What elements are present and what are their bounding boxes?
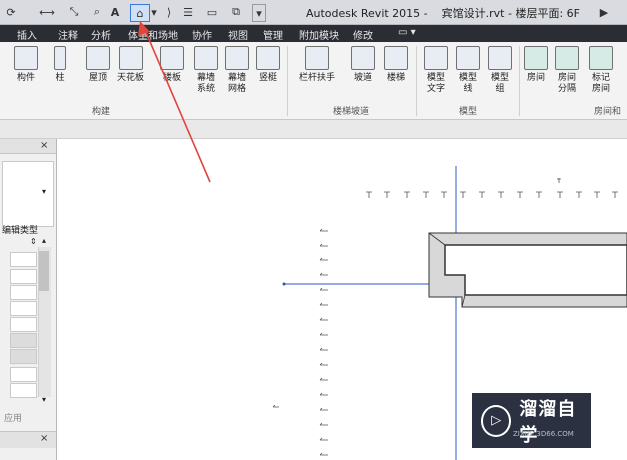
watermark: ▷ 溜溜自学 (472, 393, 591, 448)
watermark-url: ZIXUE.3D66.COM (513, 430, 574, 438)
annotation-arrow (138, 21, 211, 183)
play-logo-icon: ▷ (481, 404, 512, 437)
watermark-brand: 溜溜自学 (519, 398, 577, 446)
